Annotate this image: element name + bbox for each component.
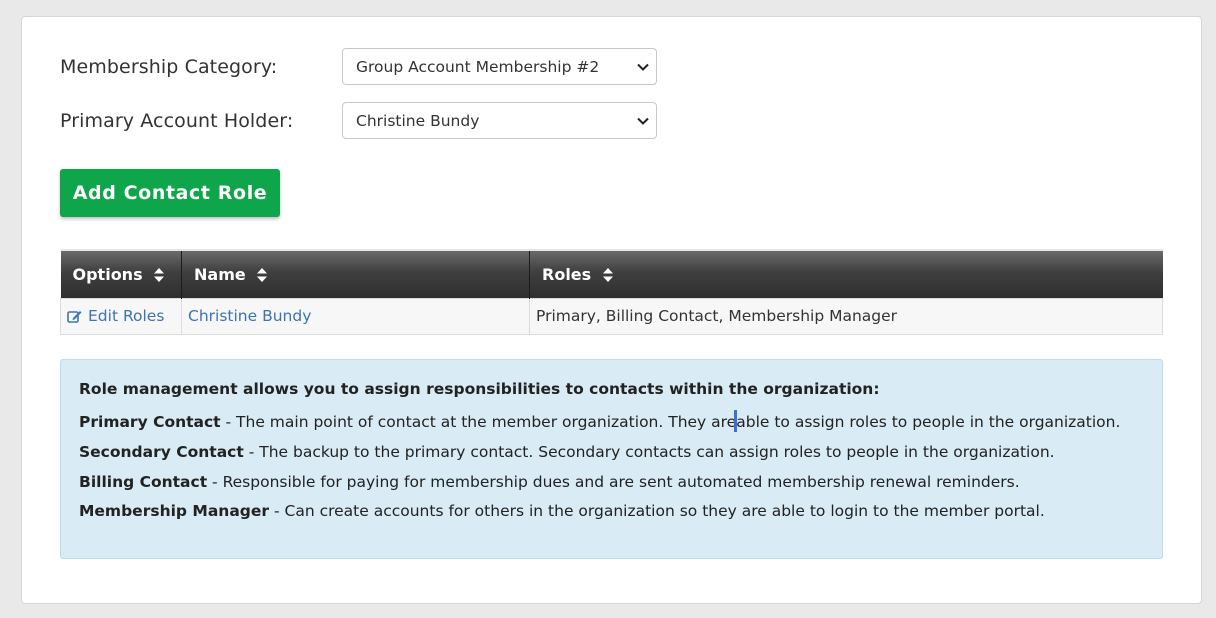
membership-category-row: Membership Category: Group Account Membe… — [60, 48, 657, 85]
info-term: Secondary Contact — [79, 443, 244, 461]
info-desc: - The main point of contact at the membe… — [220, 412, 737, 431]
table-header-row: Options Name Roles — [60, 249, 1163, 298]
primary-holder-label: Primary Account Holder: — [60, 109, 294, 132]
info-desc: - Can create accounts for others in the … — [269, 502, 1045, 520]
edit-roles-link[interactable]: Edit Roles — [67, 307, 164, 325]
chevron-down-icon — [637, 117, 649, 125]
info-term: Membership Manager — [79, 502, 270, 520]
edit-icon — [67, 311, 82, 323]
column-header-label: Name — [194, 264, 246, 284]
sort-icon — [154, 268, 165, 283]
info-term: Billing Contact — [79, 472, 208, 491]
column-header-label: Roles — [542, 264, 592, 284]
sort-icon — [602, 268, 613, 283]
options-cell: Edit Roles — [60, 297, 182, 335]
membership-category-value: Group Account Membership #2 — [356, 57, 600, 76]
role-info-panel: Role management allows you to assign res… — [60, 359, 1163, 559]
info-item-manager: Membership Manager - Can create accounts… — [79, 502, 1144, 520]
membership-category-label: Membership Category: — [60, 55, 278, 78]
column-header-roles[interactable]: Roles — [529, 249, 1163, 298]
primary-holder-select[interactable]: Christine Bundy — [342, 102, 657, 139]
sort-icon — [257, 268, 268, 283]
primary-holder-value: Christine Bundy — [356, 111, 480, 130]
info-item-secondary: Secondary Contact - The backup to the pr… — [79, 443, 1144, 461]
edit-roles-label: Edit Roles — [88, 307, 165, 325]
column-header-name[interactable]: Name — [181, 249, 530, 298]
membership-category-select[interactable]: Group Account Membership #2 — [342, 48, 657, 85]
info-desc: - Responsible for paying for membership … — [207, 472, 1020, 491]
info-item-primary: Primary Contact - The main point of cont… — [79, 409, 1144, 432]
table-row: Edit Roles Christine Bundy Primary, Bill… — [60, 297, 1163, 335]
column-header-options[interactable]: Options — [60, 249, 182, 298]
contact-roles-table: Options Name Roles Edit Roles Christine … — [60, 249, 1163, 335]
roles-cell: Primary, Billing Contact, Membership Man… — [529, 297, 1163, 335]
chevron-down-icon — [637, 63, 649, 71]
contact-name-link[interactable]: Christine Bundy — [188, 307, 311, 325]
info-item-billing: Billing Contact - Responsible for paying… — [79, 473, 1144, 491]
info-desc: - The backup to the primary contact. Sec… — [243, 443, 1055, 461]
name-cell: Christine Bundy — [181, 297, 530, 335]
column-header-label: Options — [72, 264, 143, 284]
primary-holder-row: Primary Account Holder: Christine Bundy — [60, 102, 657, 139]
info-intro-text: Role management allows you to assign res… — [79, 380, 880, 398]
info-intro: Role management allows you to assign res… — [79, 380, 1144, 398]
add-contact-role-button[interactable]: Add Contact Role — [60, 169, 280, 217]
info-term: Primary Contact — [79, 412, 221, 431]
content-card: Membership Category: Group Account Membe… — [21, 16, 1202, 604]
info-desc: able to assign roles to people in the or… — [736, 412, 1121, 431]
